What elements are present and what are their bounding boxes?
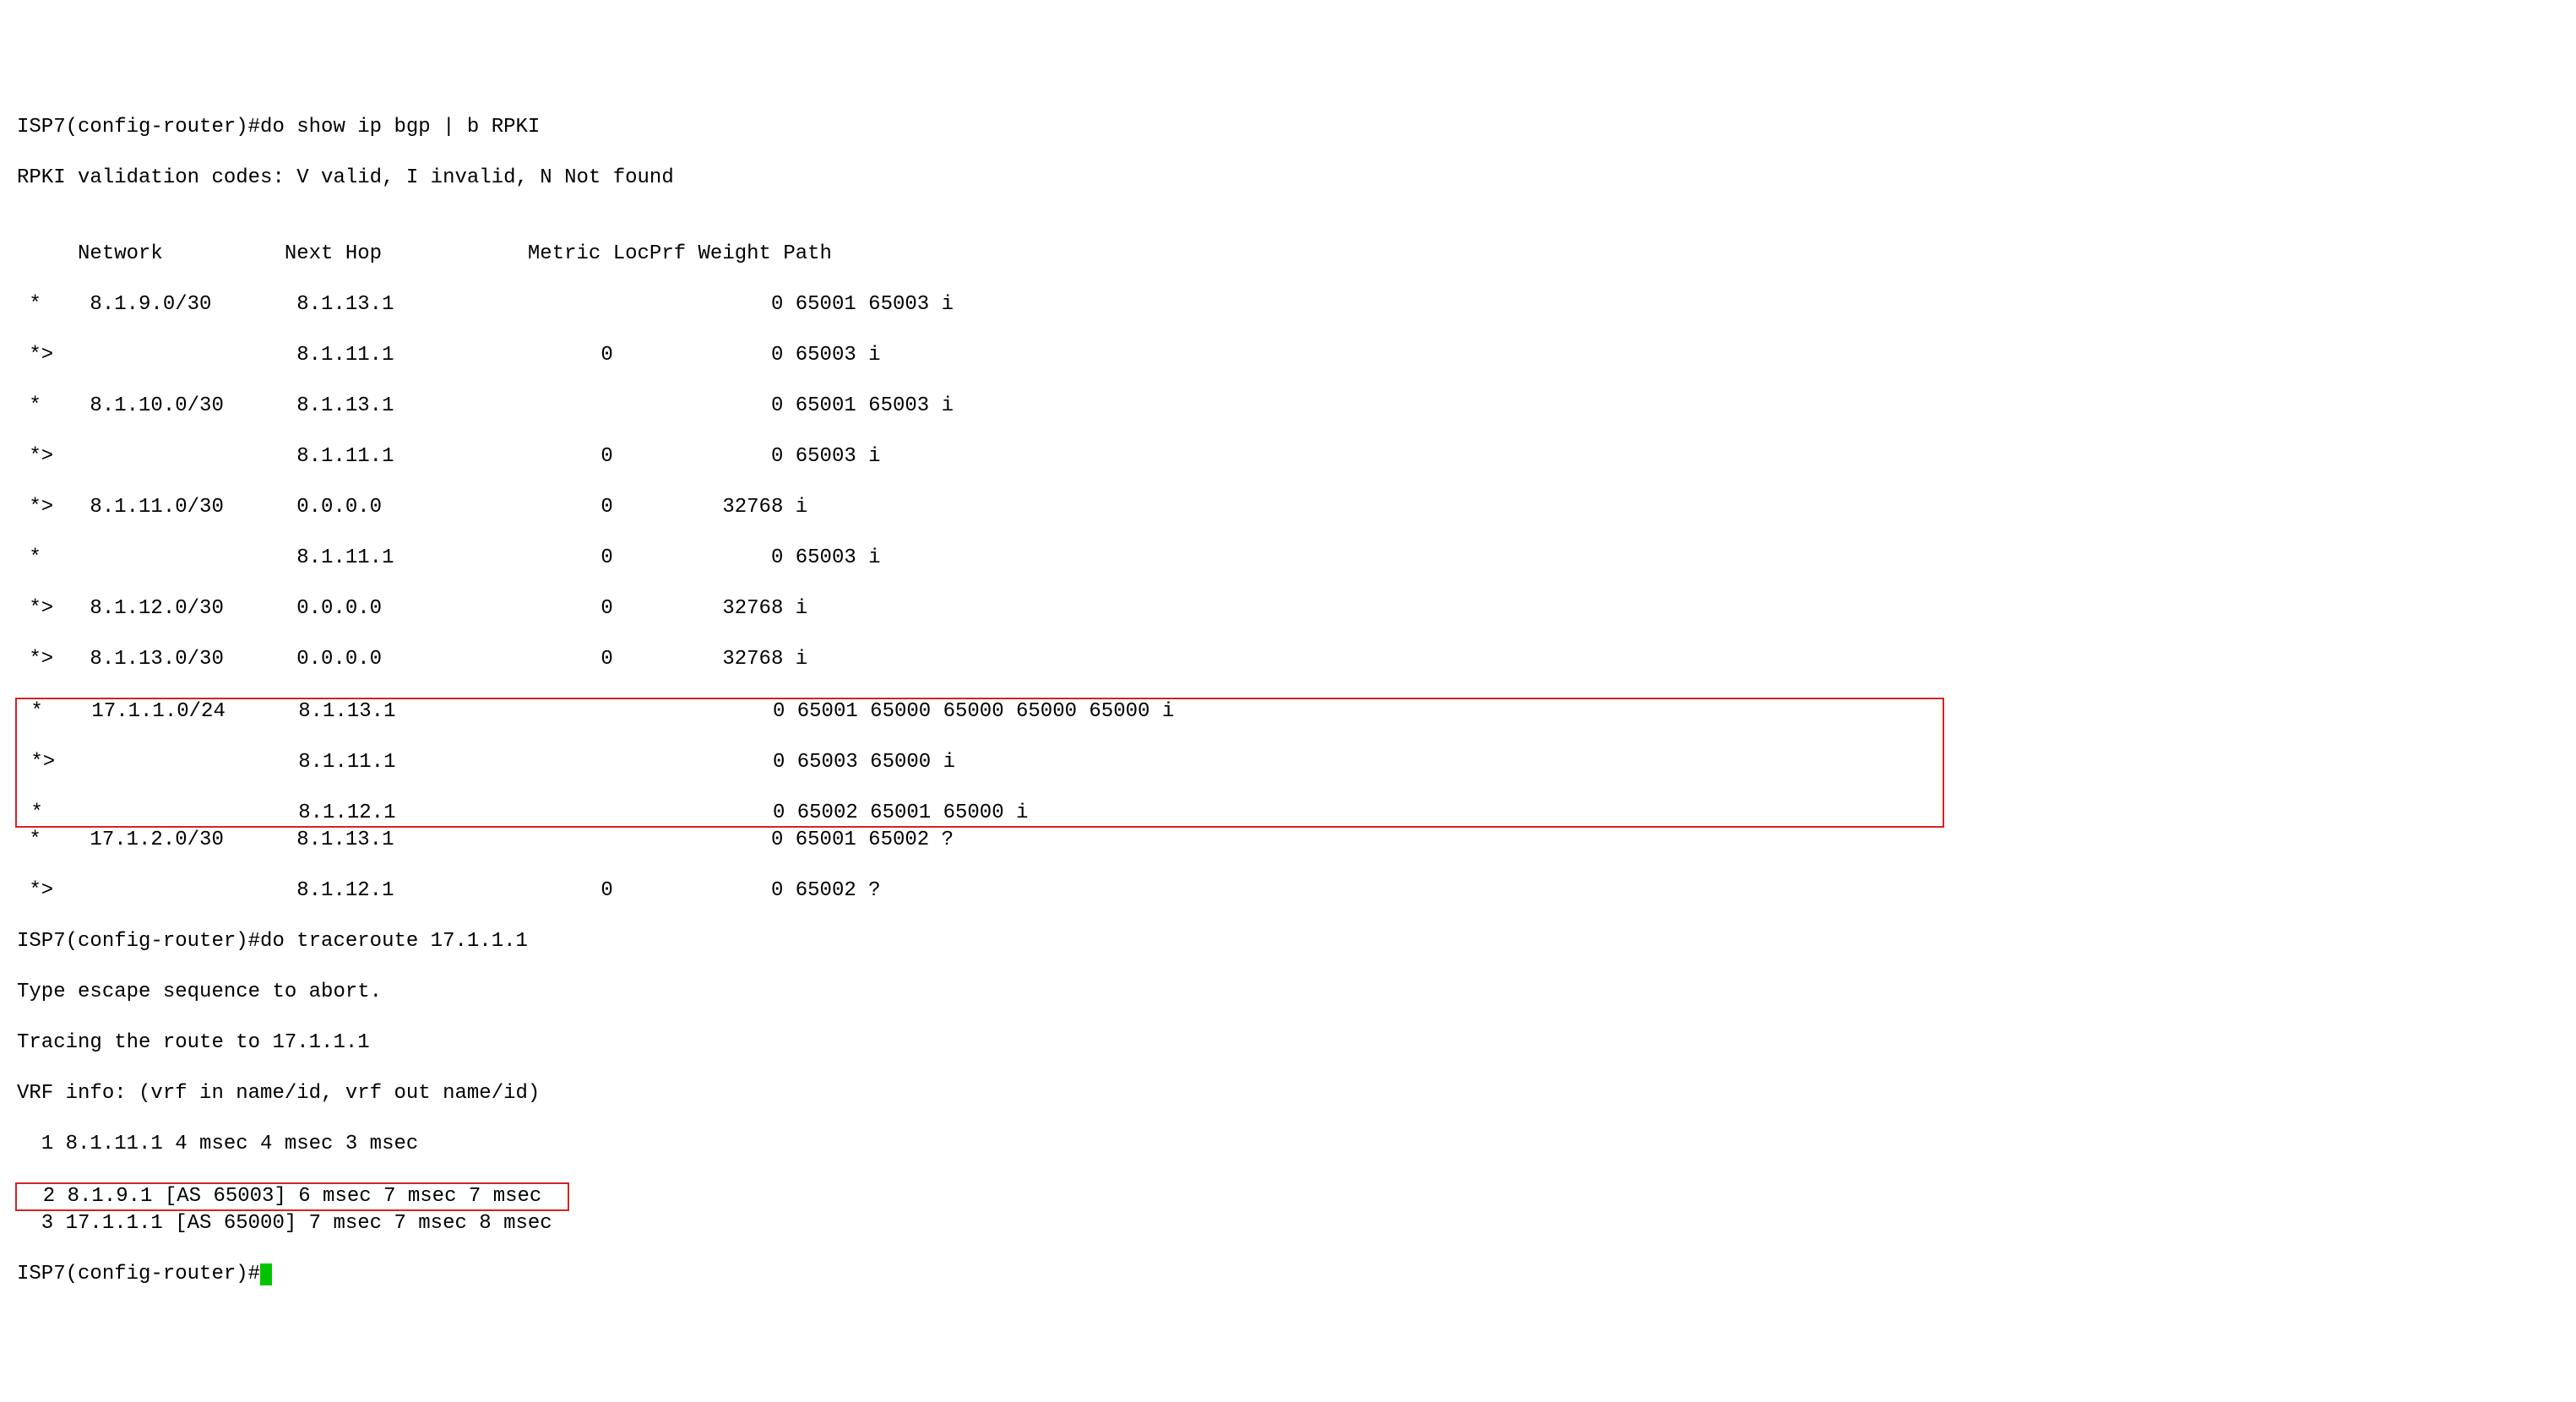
- cursor-block-icon: [260, 1263, 272, 1285]
- traceroute-line: VRF info: (vrf in name/id, vrf out name/…: [17, 1081, 2559, 1106]
- bgp-row-text: *> 8.1.11.1 0 65003 65000 i: [19, 751, 955, 774]
- bgp-highlight-box: * 17.1.1.0/24 8.1.13.1 0 65001 65000 650…: [15, 698, 1944, 828]
- bgp-row: * 8.1.10.0/30 8.1.13.1 0 65001 65003 i: [17, 394, 2559, 419]
- traceroute-hop-highlighted: 2 8.1.9.1 [AS 65003] 6 msec 7 msec 7 mse…: [19, 1185, 541, 1208]
- traceroute-line: Type escape sequence to abort.: [17, 980, 2559, 1005]
- bgp-row-highlighted: *> 8.1.11.1 0 65003 65000 i: [19, 750, 1941, 775]
- bgp-row: *> 8.1.11.0/30 0.0.0.0 0 32768 i: [17, 495, 2559, 520]
- bgp-row-text: * 17.1.1.0/24 8.1.13.1 0 65001 65000 650…: [19, 700, 1174, 723]
- bgp-table-header: Network Next Hop Metric LocPrf Weight Pa…: [17, 242, 2559, 267]
- row-padding: [541, 1185, 566, 1208]
- cli-command-line: ISP7(config-router)#do show ip bgp | b R…: [17, 115, 2559, 140]
- cli-command-line: ISP7(config-router)#do traceroute 17.1.1…: [17, 929, 2559, 954]
- bgp-row-highlighted: * 8.1.12.1 0 65002 65001 65000 i: [19, 801, 1941, 826]
- cli-prompt[interactable]: ISP7(config-router)#: [17, 1262, 2559, 1287]
- bgp-row: * 8.1.9.0/30 8.1.13.1 0 65001 65003 i: [17, 292, 2559, 318]
- traceroute-line: Tracing the route to 17.1.1.1: [17, 1030, 2559, 1056]
- bgp-row: * 8.1.11.1 0 0 65003 i: [17, 546, 2559, 571]
- rpki-codes-line: RPKI validation codes: V valid, I invali…: [17, 166, 2559, 191]
- bgp-row: *> 8.1.12.0/30 0.0.0.0 0 32768 i: [17, 596, 2559, 622]
- bgp-row: *> 8.1.13.0/30 0.0.0.0 0 32768 i: [17, 647, 2559, 672]
- traceroute-highlight-box: 2 8.1.9.1 [AS 65003] 6 msec 7 msec 7 mse…: [15, 1182, 569, 1211]
- row-padding: [955, 751, 1941, 774]
- prompt-text: ISP7(config-router)#: [17, 1263, 260, 1285]
- traceroute-hop: 1 8.1.11.1 4 msec 4 msec 3 msec: [17, 1132, 2559, 1157]
- bgp-row: *> 8.1.11.1 0 0 65003 i: [17, 444, 2559, 470]
- bgp-row: *> 8.1.12.1 0 0 65002 ?: [17, 878, 2559, 904]
- bgp-row: * 17.1.2.0/30 8.1.13.1 0 65001 65002 ?: [17, 828, 2559, 853]
- bgp-row-text: * 8.1.12.1 0 65002 65001 65000 i: [19, 802, 1028, 824]
- bgp-row: *> 8.1.11.1 0 0 65003 i: [17, 343, 2559, 368]
- bgp-row-highlighted: * 17.1.1.0/24 8.1.13.1 0 65001 65000 650…: [19, 699, 1941, 725]
- traceroute-hop: 3 17.1.1.1 [AS 65000] 7 msec 7 msec 8 ms…: [17, 1211, 2559, 1236]
